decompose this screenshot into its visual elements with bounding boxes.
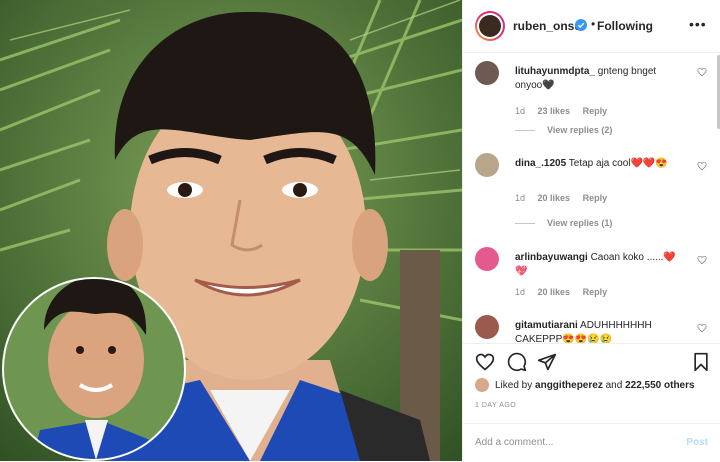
view-replies-button[interactable]: View replies (2) <box>515 125 612 135</box>
liker-avatar[interactable] <box>475 378 489 392</box>
likes-summary: Liked by anggitheperez and 222,550 other… <box>495 380 695 391</box>
comment-body: gitamutiarani ADUHHHHHHH CAKEPPP😍😍😢😢 <box>515 319 685 343</box>
save-bookmark-icon[interactable] <box>691 352 711 372</box>
comment-like-heart-icon[interactable] <box>697 255 707 265</box>
likes-count[interactable]: 222,550 others <box>625 380 695 391</box>
commenter-avatar[interactable] <box>475 315 499 339</box>
likes-and: and <box>605 380 623 391</box>
comment-time: 1d <box>515 106 526 116</box>
commenter-avatar[interactable] <box>475 61 499 85</box>
comment-reply-button[interactable]: Reply <box>583 106 608 116</box>
comment-text: Tetap aja cool❤️❤️😍 <box>568 158 668 169</box>
verified-badge-icon <box>575 19 587 31</box>
comment-username[interactable]: gitamutiarani <box>515 320 578 331</box>
more-options-icon[interactable]: ••• <box>689 16 707 32</box>
share-paper-plane-icon[interactable] <box>537 352 557 372</box>
comment-likes[interactable]: 20 likes <box>538 193 571 203</box>
commenter-avatar[interactable] <box>475 247 499 271</box>
post-comment-button[interactable]: Post <box>686 437 708 448</box>
post-actions-bar <box>463 343 720 380</box>
following-button[interactable]: Following <box>597 19 653 33</box>
photo-illustration <box>0 0 462 461</box>
comment-time: 1d <box>515 287 526 297</box>
header-separator: • <box>591 17 596 31</box>
add-comment-input[interactable]: Add a comment... <box>475 437 553 448</box>
comment-like-heart-icon[interactable] <box>697 323 707 333</box>
comment-username[interactable]: dina_.1205 <box>515 158 566 169</box>
post-header: ruben_onsu • Following ••• <box>463 0 720 53</box>
comment-meta: 1d 20 likes Reply <box>515 287 617 297</box>
comment-body: arlinbayuwangi Caoan koko ......❤️💖 <box>515 251 685 279</box>
comment-likes[interactable]: 20 likes <box>538 287 571 297</box>
comment-reply-button[interactable]: Reply <box>583 287 608 297</box>
comment-body: lituhayunmdpta_ gnteng bnget onyoo🖤 <box>515 65 685 93</box>
post-photo[interactable] <box>0 0 462 461</box>
commenter-avatar[interactable] <box>475 153 499 177</box>
comment-bubble-icon[interactable] <box>507 352 527 372</box>
add-comment-bar: Add a comment... Post <box>463 423 720 462</box>
likes-prefix: Liked by <box>495 380 533 391</box>
author-avatar[interactable] <box>475 11 505 41</box>
like-heart-icon[interactable] <box>475 352 495 372</box>
comment-reply-button[interactable]: Reply <box>583 193 608 203</box>
comment-body: dina_.1205 Tetap aja cool❤️❤️😍 <box>515 157 685 171</box>
comment-like-heart-icon[interactable] <box>697 161 707 171</box>
post-timestamp: 1 DAY AGO <box>475 402 517 409</box>
comments-list[interactable]: lituhayunmdpta_ gnteng bnget onyoo🖤 1d 2… <box>463 53 720 343</box>
comment-meta: 1d 23 likes Reply <box>515 106 617 116</box>
liker-username[interactable]: anggitheperez <box>535 380 603 391</box>
comment-meta: 1d 20 likes Reply <box>515 193 617 203</box>
author-username[interactable]: ruben_onsu <box>513 19 582 33</box>
comment-username[interactable]: arlinbayuwangi <box>515 252 588 263</box>
comment-time: 1d <box>515 193 526 203</box>
view-replies-button[interactable]: View replies (1) <box>515 218 612 228</box>
comment-username[interactable]: lituhayunmdpta_ <box>515 66 595 77</box>
post-side-panel: ruben_onsu • Following ••• lituhayunmdpt… <box>462 0 720 461</box>
comment-like-heart-icon[interactable] <box>697 67 707 77</box>
comment-likes[interactable]: 23 likes <box>538 106 571 116</box>
